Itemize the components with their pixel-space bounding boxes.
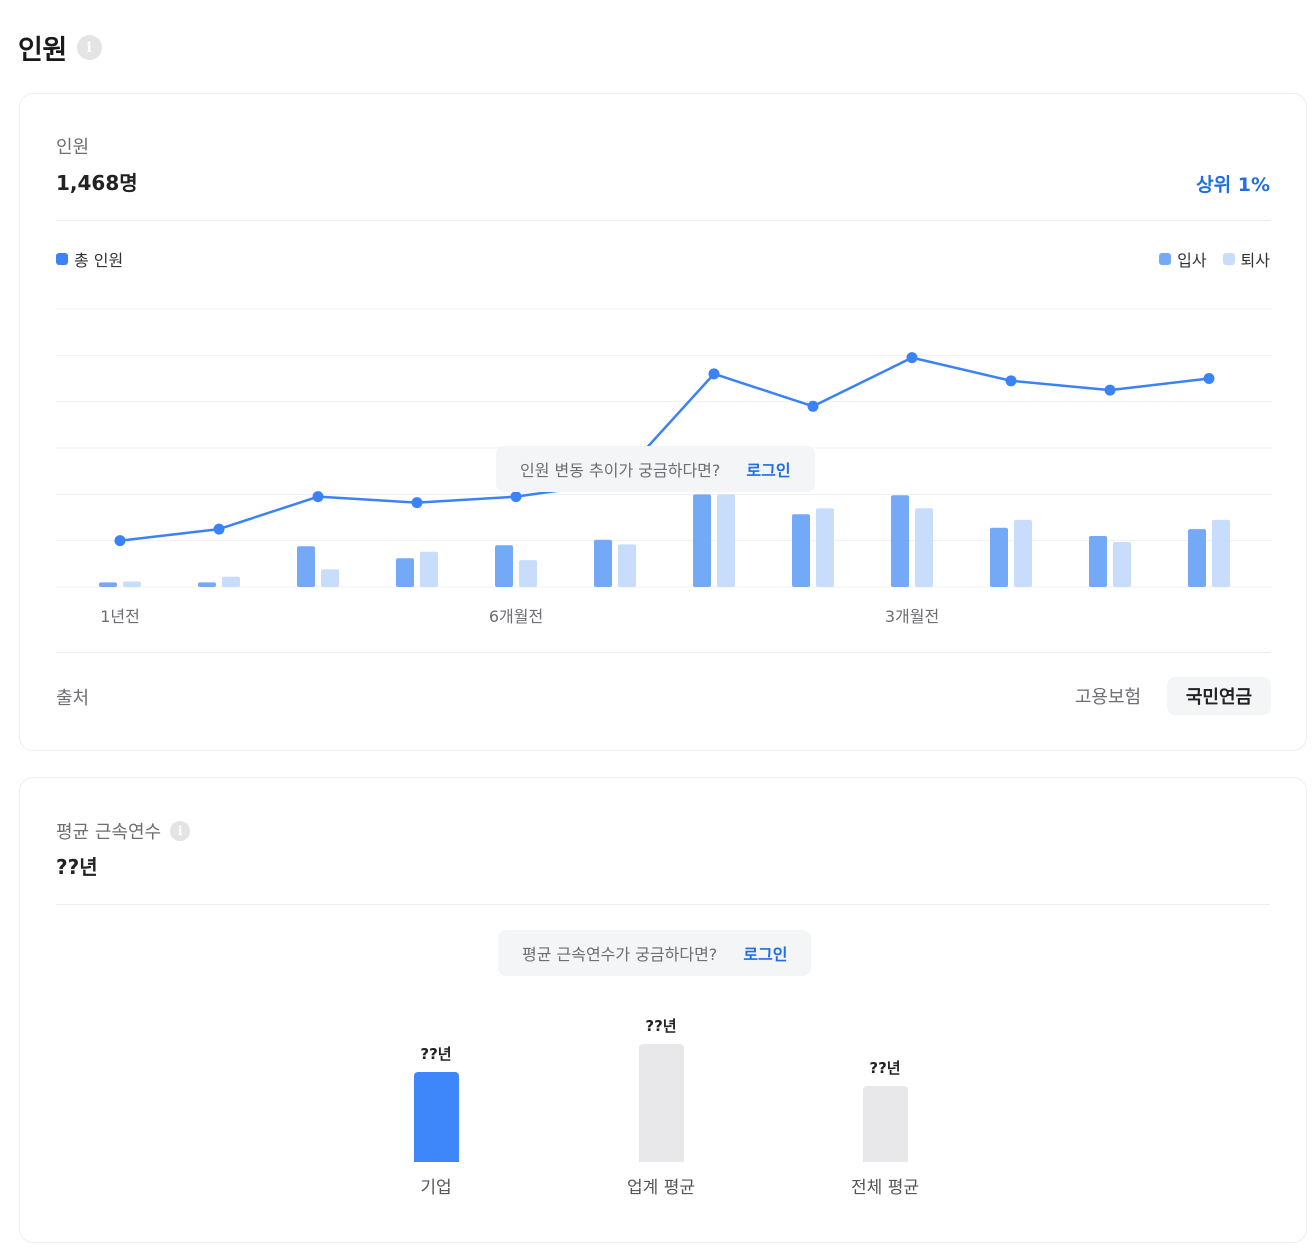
bar-leave [915,508,933,587]
bar-leave [420,551,438,587]
point-total [1005,375,1017,387]
bar-leave [1014,519,1032,587]
tenure-bar-fill [862,1086,908,1162]
bar-leave [519,560,537,587]
bar-join [1089,536,1107,587]
tenure-title: 평균 근속연수 i [56,818,191,844]
tenure-bar-value: ??년 [645,1017,677,1035]
tenure-bar-label: 기업 [420,1178,452,1198]
point-total [807,400,819,412]
tenure-login-link[interactable]: 로그인 [743,941,787,965]
divider [56,652,1270,653]
bar-leave [123,581,141,587]
tenure-bar-value: ??년 [869,1059,901,1077]
bar-join [792,514,810,587]
point-total [312,491,324,503]
source-tab-national-pension[interactable]: 국민연금 [1167,677,1271,715]
login-prompt: 인원 변동 추이가 궁금하다면? 로그인 [496,446,815,492]
source-label: 출처 [56,688,90,709]
bar-leave [618,544,636,587]
point-total [1203,373,1215,384]
tenure-label: 평균 근속연수 [56,822,162,843]
bar-leave [222,576,240,587]
tenure-value: ??년 [56,855,98,879]
bar-join [99,582,117,587]
point-total [510,491,522,503]
login-link[interactable]: 로그인 [746,457,790,481]
bar-join [396,558,414,587]
point-total [906,352,918,364]
tenure-bar-overall: ??년 [825,1057,945,1162]
bar-join [1188,529,1206,587]
page-title: 인원 [18,35,67,66]
headcount-chart: 1년전 6개월전 3개월전 [56,308,1272,626]
point-total [1104,384,1116,396]
tenure-bar-fill [638,1044,684,1162]
point-total [708,368,720,380]
bar-leave [1113,542,1131,587]
x-tick-label: 6개월전 [489,607,543,626]
tenure-bar-company: ??년 [376,1043,496,1162]
source-tab-employment-insurance[interactable]: 고용보험 [1060,677,1156,715]
info-icon[interactable]: i [170,821,191,841]
tenure-bar-industry: ??년 [601,1015,721,1162]
bar-leave [816,508,834,587]
headcount-card: 인원 1,468명 상위 1% 총 인원 입사 퇴사 1년전 6개월전 3개월전 인… [19,93,1307,751]
x-tick-label: 1년전 [100,607,140,626]
bar-join [198,582,216,587]
bar-join [693,494,711,587]
bar-leave [1212,519,1230,587]
info-icon[interactable]: i [76,35,102,60]
tenure-login-prompt: 평균 근속연수가 궁금하다면? 로그인 [498,930,812,976]
tenure-login-prompt-text: 평균 근속연수가 궁금하다면? [522,945,718,964]
bar-join [891,495,909,587]
bar-join [297,546,315,587]
login-prompt-text: 인원 변동 추이가 궁금하다면? [520,461,721,480]
tenure-bar-value: ??년 [420,1045,452,1063]
bar-join [495,545,513,587]
bar-leave [321,569,339,587]
tenure-bar-label: 업계 평균 [627,1178,695,1198]
point-total [213,523,225,535]
point-total [114,535,126,547]
bar-leave [717,494,735,587]
section-title: 인원 i [18,28,102,67]
bar-join [990,527,1008,587]
point-total [411,497,423,509]
tenure-card: 평균 근속연수 i ??년 평균 근속연수가 궁금하다면? 로그인 ??년 기업… [19,777,1307,1243]
tenure-bar-label: 전체 평균 [851,1178,919,1198]
x-tick-label: 3개월전 [885,607,939,626]
tenure-bar-fill [413,1072,459,1162]
bar-join [594,539,612,587]
divider [56,904,1270,905]
